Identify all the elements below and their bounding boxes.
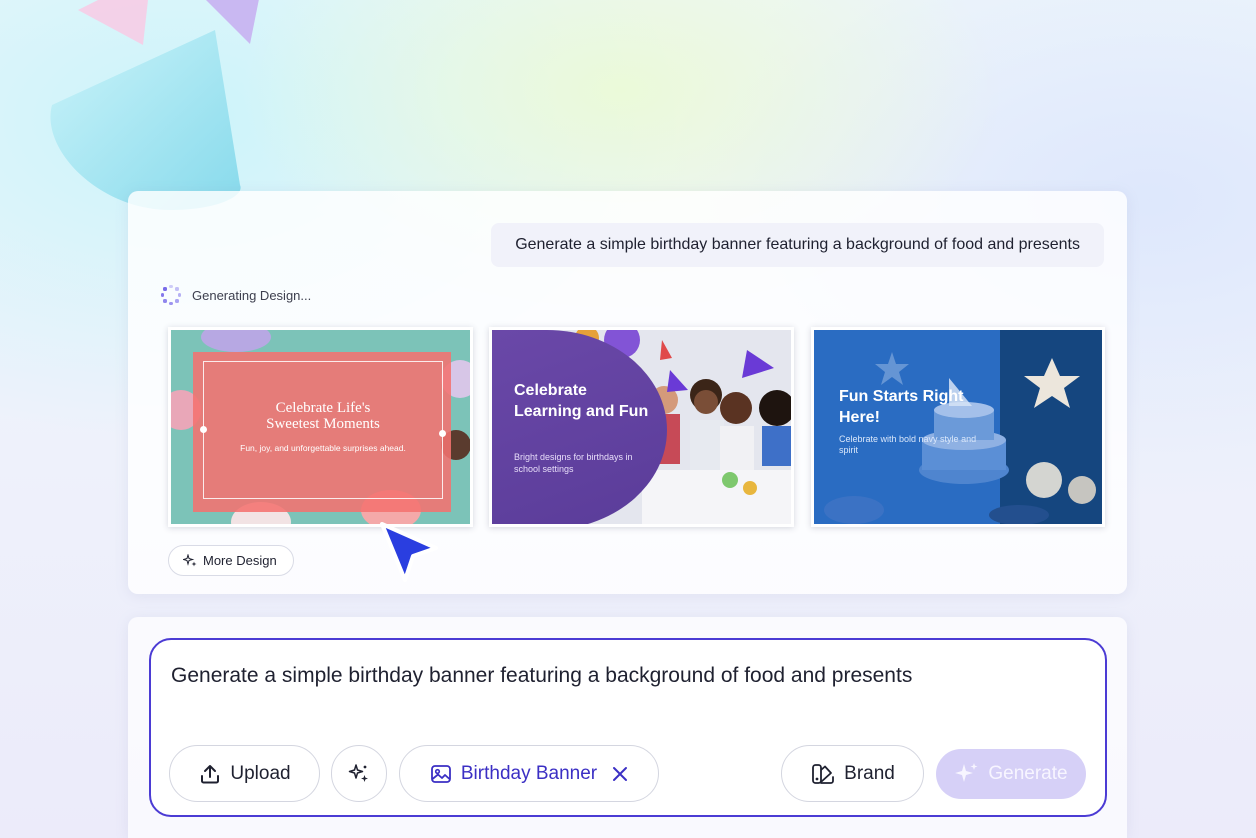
close-icon[interactable]	[611, 765, 629, 783]
brand-label: Brand	[844, 762, 895, 784]
design-card-2[interactable]: Celebrate Learning and Fun Bright design…	[489, 327, 794, 527]
design-title: Celebrate Life's Sweetest Moments	[203, 400, 443, 432]
spinner-dot	[175, 299, 179, 303]
upload-icon	[201, 764, 220, 783]
prompt-input[interactable]: Generate a simple birthday banner featur…	[171, 664, 912, 688]
cursor-arrow-icon	[380, 522, 438, 582]
user-prompt-bubble: Generate a simple birthday banner featur…	[491, 223, 1104, 267]
design-card-1[interactable]: Celebrate Life's Sweetest Moments Fun, j…	[168, 327, 473, 527]
more-design-button[interactable]: More Design	[168, 545, 294, 576]
spinner-dot	[169, 284, 173, 289]
design-subtitle: Bright designs for birthdays in school s…	[514, 452, 633, 474]
magic-wand-icon	[348, 763, 368, 782]
design-title: Celebrate Learning and Fun	[514, 382, 649, 420]
tag-label: Birthday Banner	[460, 762, 598, 784]
design-title-line: Sweetest Moments	[266, 416, 380, 432]
sparkle-icon	[955, 763, 978, 782]
spinner-dot	[163, 299, 167, 303]
design-title: Fun Starts Right Here!	[839, 388, 964, 426]
upload-button[interactable]: Upload	[169, 745, 320, 802]
spinner-dot	[160, 293, 165, 297]
spinner-dot	[177, 293, 182, 297]
design-card-3[interactable]: Fun Starts Right Here! Celebrate with bo…	[811, 327, 1105, 527]
design-title-line: Celebrate Life's	[275, 400, 371, 416]
generate-label: Generate	[988, 763, 1068, 784]
template-tag-chip[interactable]: Birthday Banner	[399, 745, 659, 802]
prompt-composer[interactable]: Generate a simple birthday banner featur…	[149, 638, 1107, 817]
generate-button[interactable]: Generate	[936, 749, 1086, 799]
status-text: Generating Design...	[192, 287, 312, 303]
spinner-dot	[169, 301, 173, 306]
sea-decor-illustration	[824, 352, 1096, 524]
party-hat-decoration	[50, 30, 241, 210]
gift-box-shape	[201, 330, 271, 352]
purple-shape-decoration	[206, 0, 259, 44]
brand-palette-icon	[812, 763, 835, 784]
design-subtitle: Fun, joy, and unforgettable surprises ah…	[240, 443, 406, 453]
upload-label: Upload	[230, 762, 291, 784]
sparkle-icon	[183, 553, 197, 566]
chat-results-panel: Generate a simple birthday banner featur…	[128, 191, 1127, 594]
pink-shape-decoration	[78, 0, 148, 45]
magic-enhance-button[interactable]	[331, 745, 387, 802]
more-design-label: More Design	[203, 553, 277, 568]
image-tag-icon	[430, 764, 451, 783]
design-subtitle: Celebrate with bold navy style and spiri…	[839, 434, 977, 455]
spinner-dot	[163, 287, 167, 291]
brand-button[interactable]: Brand	[781, 745, 924, 802]
prompt-composer-panel: Generate a simple birthday banner featur…	[128, 617, 1127, 838]
spinner-dot	[175, 287, 179, 291]
generating-status: Generating Design...	[160, 284, 311, 306]
design-results: Celebrate Life's Sweetest Moments Fun, j…	[168, 327, 1105, 527]
spinner-icon	[160, 284, 182, 306]
